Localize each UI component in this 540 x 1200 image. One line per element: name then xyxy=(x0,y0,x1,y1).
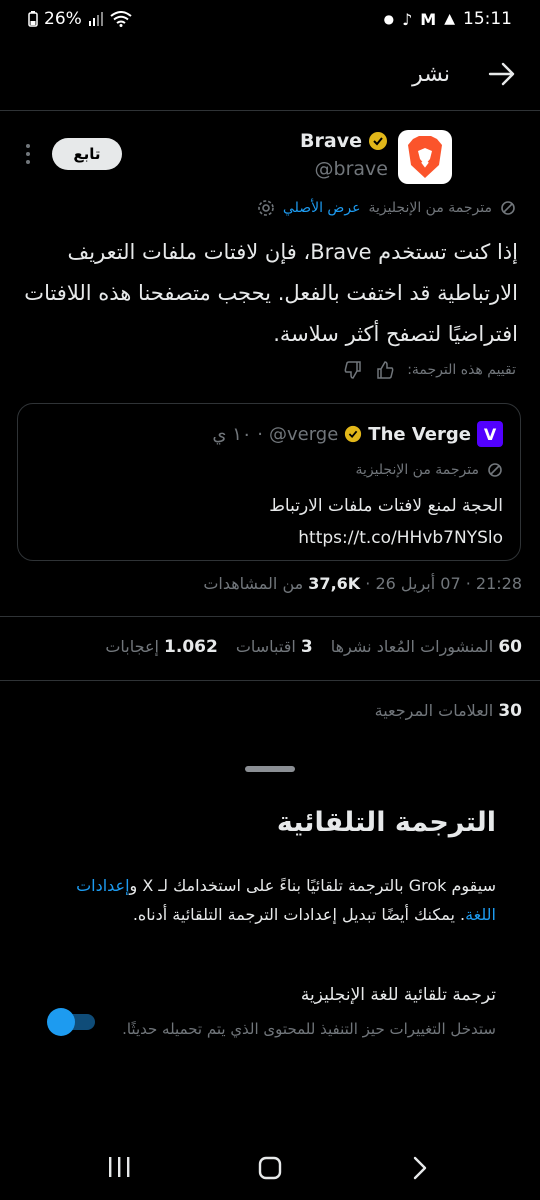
more-options-icon[interactable] xyxy=(22,142,34,166)
auto-translate-option-label: ترجمة تلقائية للغة الإنجليزية xyxy=(300,985,496,1005)
views-count: 37,6K xyxy=(308,574,361,593)
status-bar: 26% ● ♪ M ▲ 15:11 xyxy=(0,0,540,40)
reposts-count: 60 xyxy=(498,637,522,657)
quoted-text: الحجة لمنع لافتات ملفات الارتباط xyxy=(269,496,503,516)
quotes-count: 3 xyxy=(300,637,313,657)
engagement-stats: 60 المنشورات المُعاد نشرها 3 اقتباسات 1.… xyxy=(105,637,522,657)
auto-translate-sheet: الترجمة التلقائية سيقوم Grok بالترجمة تل… xyxy=(0,745,540,1135)
auto-translate-option-desc: ستدخل التغييرات حيز التنفيذ للمحتوى الذي… xyxy=(122,1020,496,1038)
auto-translate-toggle[interactable] xyxy=(47,1008,95,1036)
bookmarks-stat[interactable]: 30 العلامات المرجعية xyxy=(375,701,522,721)
sheet-desc-part1: سيقوم Grok بالترجمة تلقائيًا بناءً على ا… xyxy=(129,876,496,895)
gmail-icon: M xyxy=(420,9,437,29)
translated-from-label: مترجمة من الإنجليزية xyxy=(368,200,492,216)
quoted-translation-row: مترجمة من الإنجليزية xyxy=(355,462,503,478)
tweet-meta: 21:28 · 07 أبريل 26 · 37,6K من المشاهدات xyxy=(203,574,522,593)
quoted-author-name: The Verge xyxy=(368,423,471,445)
back-arrow-icon[interactable] xyxy=(486,58,518,90)
quoted-tweet-card[interactable]: V The Verge @verge · ١٠ ي مترجمة من الإن… xyxy=(17,403,521,561)
quoted-author-row: V The Verge @verge · ١٠ ي xyxy=(212,421,503,447)
show-original-link[interactable]: عرض الأصلي xyxy=(283,200,361,216)
toggle-knob xyxy=(47,1008,75,1036)
battery-level: 26% xyxy=(44,9,82,29)
post-header: نشر xyxy=(0,40,540,111)
verified-badge-icon xyxy=(345,425,362,443)
tweet-timestamp: 21:28 · 07 أبريل 26 · xyxy=(360,574,522,593)
author-name-row[interactable]: Brave xyxy=(300,130,388,152)
quoted-link[interactable]: https://t.co/HHvb7NYSlo xyxy=(269,522,503,554)
bookmarks-label: العلامات المرجعية xyxy=(374,701,494,720)
sheet-title: الترجمة التلقائية xyxy=(276,807,496,838)
rate-translation-label: تقييم هذه الترجمة: xyxy=(407,362,516,378)
divider xyxy=(0,616,540,617)
quoted-translated-from: مترجمة من الإنجليزية xyxy=(355,462,479,478)
likes-count: 1.062 xyxy=(164,637,218,657)
follow-button[interactable]: تابع xyxy=(52,138,122,170)
likes-stat[interactable]: 1.062 إعجابات xyxy=(105,637,217,657)
quoted-text-block: الحجة لمنع لافتات ملفات الارتباط https:/… xyxy=(269,490,503,554)
tweet-text: إذا كنت تستخدم Brave، فإن لافتات ملفات ا… xyxy=(24,240,518,346)
quotes-stat[interactable]: 3 اقتباسات xyxy=(236,637,313,657)
verified-badge-icon xyxy=(369,132,387,150)
thumbs-down-icon[interactable] xyxy=(343,360,363,380)
drive-icon: ▲ xyxy=(444,11,455,27)
author-handle[interactable]: @brave xyxy=(315,158,388,180)
brave-avatar[interactable] xyxy=(398,130,452,184)
home-icon[interactable] xyxy=(257,1155,283,1181)
status-time: 15:11 xyxy=(463,9,512,29)
gear-icon[interactable] xyxy=(257,199,275,217)
quoted-author-handle: @verge xyxy=(268,423,339,445)
thumbs-up-icon[interactable] xyxy=(375,360,395,380)
tiktok-icon: ♪ xyxy=(402,9,413,29)
back-nav-icon[interactable] xyxy=(410,1155,430,1181)
reposts-label: المنشورات المُعاد نشرها xyxy=(330,637,494,656)
battery-icon xyxy=(28,11,38,27)
signal-icon xyxy=(88,12,103,26)
likes-label: إعجابات xyxy=(105,637,159,656)
sheet-desc-part2: . يمكنك أيضًا تبديل إعدادات الترجمة التل… xyxy=(132,905,466,924)
translate-icon xyxy=(501,201,515,215)
rate-translation-row: تقييم هذه الترجمة: xyxy=(343,360,516,380)
bookmarks-count: 30 xyxy=(498,701,522,721)
recent-apps-icon[interactable] xyxy=(106,1155,132,1179)
quotes-label: اقتباسات xyxy=(235,637,296,656)
author-name[interactable]: Brave xyxy=(300,130,362,152)
sheet-description: سيقوم Grok بالترجمة تلقائيًا بناءً على ا… xyxy=(46,871,496,929)
sheet-drag-handle[interactable] xyxy=(245,766,295,772)
wifi-icon xyxy=(110,11,132,27)
verge-logo-icon: V xyxy=(477,421,503,447)
system-nav-bar xyxy=(0,1135,540,1200)
quoted-time: · ١٠ ي xyxy=(212,423,263,445)
views-label: من المشاهدات xyxy=(203,574,309,593)
brave-lion-icon xyxy=(408,136,442,178)
translate-icon xyxy=(488,463,502,477)
translation-row: مترجمة من الإنجليزية عرض الأصلي xyxy=(257,199,516,217)
notification-dot-icon: ● xyxy=(383,12,395,26)
divider xyxy=(0,680,540,681)
reposts-stat[interactable]: 60 المنشورات المُعاد نشرها xyxy=(331,637,522,657)
page-title: نشر xyxy=(412,62,450,87)
